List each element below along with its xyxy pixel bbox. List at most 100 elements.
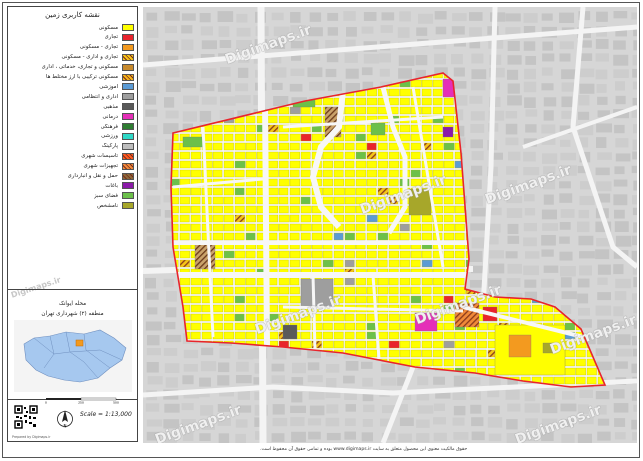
- parcel: [432, 160, 444, 169]
- legend-item: مسکونی: [12, 23, 134, 32]
- parcel: [212, 124, 223, 133]
- parcel: [190, 187, 202, 196]
- parcel: [190, 295, 201, 304]
- parcel: [553, 376, 565, 385]
- basemap-block: [290, 68, 305, 76]
- basemap-block: [452, 417, 465, 426]
- parcel: [300, 169, 311, 178]
- parcel: [388, 313, 400, 322]
- qr-code-icon: [14, 405, 38, 429]
- basemap-block: [183, 349, 199, 359]
- basemap-block: [344, 53, 358, 63]
- parcel: [344, 259, 355, 268]
- legend-item-label: تجاری - مسکونی: [79, 44, 118, 51]
- parcel: [245, 295, 256, 304]
- parcel: [300, 232, 311, 241]
- parcel: [443, 160, 455, 169]
- basemap-block: [613, 306, 624, 317]
- parcel: [454, 259, 465, 268]
- parcel: [190, 169, 202, 178]
- parcel: [366, 160, 377, 169]
- parcel: [432, 151, 443, 160]
- basemap-block: [452, 81, 467, 89]
- religious-swatch: [122, 103, 134, 111]
- map-canvas[interactable]: Digimaps.ir Digimaps.ir Digimaps.ir Digi…: [143, 7, 637, 443]
- legend-item: مذهبی: [12, 102, 134, 111]
- basemap-block: [327, 81, 343, 92]
- basemap-block: [146, 181, 158, 191]
- parcel: [476, 358, 488, 367]
- basemap-block: [561, 110, 573, 119]
- parcel: [179, 160, 191, 169]
- basemap-block: [201, 68, 217, 79]
- parcel: [333, 151, 344, 160]
- parcel: [410, 349, 422, 358]
- parcel: [190, 196, 201, 205]
- parcel: [223, 277, 234, 286]
- basemap-block: [542, 223, 559, 231]
- basemap-block: [146, 419, 163, 427]
- parcel: [388, 142, 399, 151]
- basemap-block: [327, 27, 338, 36]
- parcel: [355, 277, 366, 286]
- parcel: [311, 232, 323, 241]
- parcel: [355, 169, 367, 178]
- basemap-block: [577, 111, 590, 120]
- basemap-block: [182, 111, 198, 122]
- parcel: [454, 331, 465, 340]
- basemap-block: [578, 235, 594, 246]
- parcel: [245, 169, 257, 178]
- basemap-block: [542, 41, 554, 51]
- basemap-block: [165, 40, 179, 51]
- parcel: [443, 214, 454, 223]
- legend-item-label: آموزشی: [99, 83, 118, 90]
- basemap-block: [542, 53, 555, 62]
- basemap-block: [613, 11, 628, 19]
- landuse-feature: [194, 242, 216, 270]
- parcel: [300, 250, 312, 259]
- basemap-block: [452, 13, 467, 22]
- parcel: [267, 115, 278, 124]
- parcel: [190, 277, 202, 286]
- locator-map: [14, 320, 132, 392]
- basemap-block: [560, 152, 577, 161]
- parcel: [542, 313, 554, 322]
- basemap-block: [614, 291, 627, 301]
- legend-item: درمانی: [12, 112, 134, 121]
- basemap-block: [597, 431, 611, 441]
- parcel: [410, 160, 421, 169]
- basemap-block: [164, 25, 178, 34]
- parcel: [399, 250, 411, 259]
- parcel: [421, 349, 432, 358]
- basemap-block: [613, 389, 625, 399]
- basemap-block: [469, 251, 483, 263]
- parcel: [454, 214, 466, 223]
- parcel: [311, 259, 322, 268]
- basemap-block: [397, 27, 410, 38]
- basemap-block: [613, 179, 628, 187]
- parcel: [278, 223, 289, 232]
- parcel: [223, 286, 234, 295]
- parcel: [289, 232, 300, 241]
- basemap-block: [433, 376, 446, 385]
- parcel: [421, 88, 432, 97]
- basemap-block: [182, 375, 194, 385]
- parcel: [311, 250, 323, 259]
- parcel: [355, 124, 366, 133]
- basemap-block: [543, 194, 554, 205]
- basemap-block: [596, 83, 607, 93]
- basemap-block: [631, 363, 637, 374]
- parcel: [322, 340, 334, 349]
- parcel: [443, 358, 454, 367]
- basemap-block: [145, 68, 157, 76]
- parking-swatch: [122, 142, 134, 150]
- parcel: [300, 115, 312, 124]
- basemap-block: [469, 27, 482, 37]
- basemap-block: [165, 334, 182, 343]
- parcel: [300, 223, 312, 232]
- parcel: [388, 151, 400, 160]
- basemap-block: [541, 278, 555, 288]
- basemap-block: [507, 55, 522, 65]
- basemap-block: [559, 53, 571, 62]
- parcel: [333, 205, 344, 214]
